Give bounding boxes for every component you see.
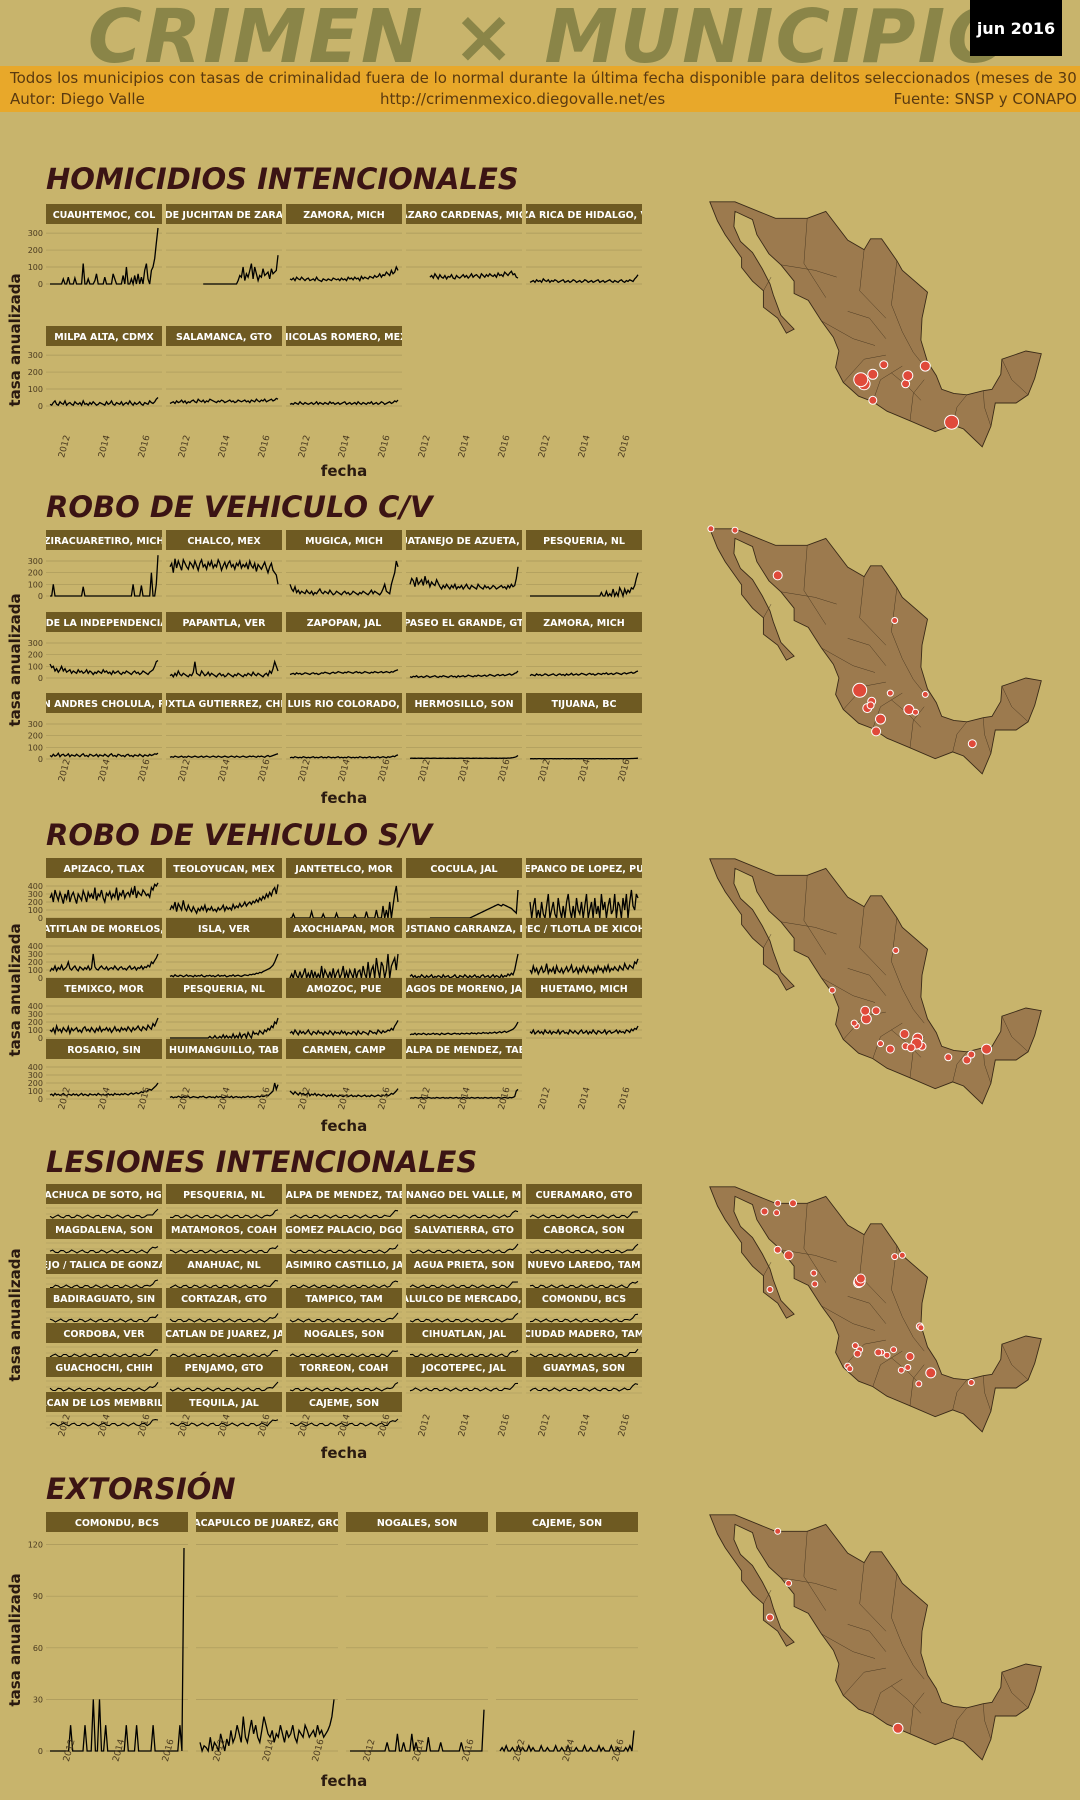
map-point: [921, 690, 929, 698]
map-point: [967, 1050, 976, 1059]
map-point: [785, 1579, 793, 1587]
mexico-map: [709, 1186, 1042, 1433]
maps: [707, 201, 1042, 1761]
map-point: [846, 1365, 854, 1373]
map-point: [852, 682, 868, 698]
map-point: [766, 1286, 774, 1293]
map-point: [875, 713, 886, 725]
mexico-map: [707, 525, 1042, 775]
map-point: [853, 372, 869, 388]
map-country-shape: [709, 858, 1042, 1105]
map-point: [783, 1250, 794, 1261]
map-point: [905, 1352, 915, 1361]
map-point: [773, 1245, 782, 1254]
map-point: [925, 1367, 937, 1379]
map-point: [860, 1005, 871, 1016]
map-point: [850, 1019, 858, 1027]
map-point: [915, 1380, 923, 1388]
map-point: [902, 370, 914, 382]
map-point: [892, 947, 900, 954]
map-point: [810, 1269, 818, 1277]
map-point: [891, 617, 899, 624]
map-point: [967, 1379, 975, 1386]
map-point: [853, 1349, 862, 1358]
mexico-map: [709, 858, 1042, 1105]
map-point: [879, 360, 889, 370]
mexico-map: [709, 1514, 1042, 1761]
map-point: [871, 1006, 881, 1016]
map-point: [828, 986, 836, 994]
map-point: [885, 1044, 895, 1054]
map-point: [890, 1346, 898, 1354]
map-point: [868, 395, 878, 405]
map-point: [774, 1199, 782, 1207]
map-point: [944, 1053, 953, 1062]
map-country-shape: [709, 528, 1042, 775]
map-point: [811, 1280, 819, 1288]
map-point: [789, 1199, 797, 1208]
map-point: [874, 1348, 883, 1357]
map-point: [967, 739, 977, 749]
map-point: [866, 701, 875, 710]
map-point: [899, 1029, 910, 1039]
map-point: [851, 1342, 859, 1350]
map-point: [904, 1364, 912, 1371]
map-point: [774, 1527, 782, 1535]
map-point: [855, 1273, 866, 1284]
map-point: [886, 689, 894, 697]
map-point: [906, 1043, 916, 1053]
map-point: [897, 1366, 905, 1374]
map-point: [766, 1613, 774, 1622]
map-point: [871, 726, 882, 737]
map-point: [731, 526, 739, 534]
map-point: [773, 1209, 781, 1217]
map-point: [891, 1253, 899, 1261]
map-country-shape: [709, 201, 1042, 448]
map-point: [707, 525, 715, 533]
map-point: [981, 1043, 993, 1055]
map-point: [912, 708, 919, 716]
map-point: [877, 1040, 884, 1048]
map-point: [892, 1722, 904, 1734]
map-point: [898, 1251, 906, 1259]
map-country-shape: [709, 1186, 1042, 1433]
map-point: [760, 1207, 769, 1216]
map-point: [917, 1324, 925, 1332]
mexico-map: [709, 201, 1042, 448]
map-point: [867, 368, 879, 380]
map-point: [919, 360, 931, 372]
map-country-shape: [709, 1514, 1042, 1761]
map-point: [772, 570, 783, 581]
map-point: [944, 414, 960, 430]
